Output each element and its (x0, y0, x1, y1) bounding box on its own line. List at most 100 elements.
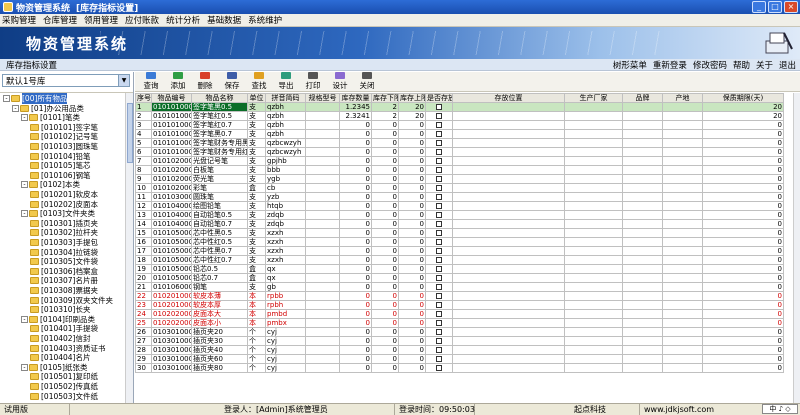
table-cell[interactable]: 0103010004 (151, 354, 192, 364)
stored-checkbox-cell[interactable] (425, 228, 453, 238)
table-cell[interactable]: 0 (339, 138, 372, 148)
table-cell[interactable]: 签字笔黑0.7 (191, 129, 248, 139)
table-cell[interactable]: 自动铅笔0.7 (191, 219, 248, 229)
table-cell[interactable] (564, 300, 623, 310)
table-cell[interactable]: 支 (247, 228, 266, 238)
table-cell[interactable] (622, 219, 663, 229)
table-cell[interactable]: 支 (247, 102, 266, 112)
table-cell[interactable] (305, 183, 340, 193)
table-cell[interactable]: 0 (339, 354, 372, 364)
table-cell[interactable]: 0 (398, 264, 426, 274)
chevron-down-icon[interactable]: ▼ (118, 75, 129, 86)
shelf-life-cell[interactable]: 0 (702, 318, 784, 328)
stored-checkbox-cell[interactable] (425, 165, 453, 175)
table-cell[interactable]: 2 (135, 111, 152, 121)
table-cell[interactable]: xzxh (265, 237, 306, 247)
table-cell[interactable]: 支 (247, 255, 266, 265)
table-cell[interactable]: cyj (265, 363, 306, 373)
table-cell[interactable]: 13 (135, 210, 152, 220)
table-cell[interactable]: 0 (371, 183, 399, 193)
table-cell[interactable]: 支 (247, 237, 266, 247)
table-cell[interactable] (564, 282, 623, 292)
shelf-life-cell[interactable]: 0 (702, 282, 784, 292)
table-cell[interactable] (662, 183, 703, 193)
table-cell[interactable] (564, 156, 623, 166)
checkbox[interactable] (436, 103, 442, 110)
checkbox[interactable] (436, 283, 442, 290)
table-cell[interactable]: 0102020001 (151, 309, 192, 319)
shelf-life-cell[interactable]: 0 (702, 237, 784, 247)
table-cell[interactable]: 白板笔 (191, 165, 248, 175)
table-cell[interactable]: 0 (398, 156, 426, 166)
shelf-life-cell[interactable]: 0 (702, 246, 784, 256)
table-cell[interactable]: 支 (247, 111, 266, 121)
table-cell[interactable] (452, 174, 565, 184)
table-cell[interactable]: 0 (371, 291, 399, 301)
shelf-life-cell[interactable]: 0 (702, 219, 784, 229)
table-cell[interactable]: 0 (371, 273, 399, 283)
table-cell[interactable]: 个 (247, 336, 266, 346)
shelf-life-cell[interactable]: 0 (702, 255, 784, 265)
shelf-life-cell[interactable]: 0 (702, 201, 784, 211)
table-cell[interactable]: gpjhb (265, 156, 306, 166)
table-cell[interactable] (564, 102, 623, 112)
table-cell[interactable]: 0 (339, 255, 372, 265)
table-cell[interactable]: 0 (371, 327, 399, 337)
table-cell[interactable] (305, 138, 340, 148)
table-cell[interactable]: 本 (247, 300, 266, 310)
checkbox[interactable] (436, 202, 442, 209)
table-cell[interactable] (305, 120, 340, 130)
table-cell[interactable] (564, 264, 623, 274)
table-cell[interactable] (305, 165, 340, 175)
table-cell[interactable] (564, 336, 623, 346)
checkbox[interactable] (436, 148, 442, 155)
table-cell[interactable]: qx (265, 273, 306, 283)
table-cell[interactable]: 0101040002 (151, 210, 192, 220)
table-cell[interactable]: 支 (247, 192, 266, 202)
table-cell[interactable] (305, 147, 340, 157)
table-cell[interactable]: 0 (371, 318, 399, 328)
table-cell[interactable]: 支 (247, 282, 266, 292)
checkbox[interactable] (436, 328, 442, 335)
table-cell[interactable]: 支 (247, 120, 266, 130)
table-row[interactable]: 50101010005签字笔财务专用黑支qzbcwzyh0000 (135, 138, 784, 148)
checkbox[interactable] (436, 229, 442, 236)
table-cell[interactable]: 0 (339, 228, 372, 238)
table-cell[interactable]: 12 (135, 201, 152, 211)
table-row[interactable]: 60101010006签字笔财务专用红支qzbcwzyh0000 (135, 147, 784, 157)
table-cell[interactable]: 签字笔黑0.5 (191, 102, 248, 112)
shelf-life-cell[interactable]: 0 (702, 363, 784, 373)
table-cell[interactable] (662, 120, 703, 130)
stored-checkbox-cell[interactable] (425, 210, 453, 220)
table-cell[interactable]: 21 (135, 282, 152, 292)
table-cell[interactable]: 0101010005 (151, 138, 192, 148)
table-cell[interactable] (305, 309, 340, 319)
table-cell[interactable] (622, 354, 663, 364)
table-cell[interactable] (662, 282, 703, 292)
table-cell[interactable] (305, 228, 340, 238)
stored-checkbox-cell[interactable] (425, 102, 453, 112)
table-cell[interactable]: 0102010001 (151, 291, 192, 301)
table-cell[interactable] (622, 120, 663, 130)
table-cell[interactable]: 0 (398, 318, 426, 328)
table-cell[interactable] (564, 165, 623, 175)
table-cell[interactable] (622, 129, 663, 139)
table-cell[interactable] (564, 255, 623, 265)
table-cell[interactable] (622, 255, 663, 265)
table-cell[interactable]: 14 (135, 219, 152, 229)
table-cell[interactable] (452, 183, 565, 193)
table-row[interactable]: 230102010002软皮本厚本rpbh0000 (135, 300, 784, 310)
table-cell[interactable] (564, 363, 623, 373)
table-cell[interactable] (452, 192, 565, 202)
table-cell[interactable] (622, 228, 663, 238)
menu-item-3[interactable]: 应付账款 (125, 14, 159, 26)
table-cell[interactable]: 23 (135, 300, 152, 310)
table-cell[interactable] (305, 345, 340, 355)
table-cell[interactable]: 0101010006 (151, 147, 192, 157)
checkbox[interactable] (436, 130, 442, 137)
table-cell[interactable] (662, 345, 703, 355)
table-cell[interactable] (622, 237, 663, 247)
table-cell[interactable]: 0 (371, 336, 399, 346)
table-cell[interactable]: 0103010003 (151, 345, 192, 355)
table-cell[interactable]: 支 (247, 129, 266, 139)
